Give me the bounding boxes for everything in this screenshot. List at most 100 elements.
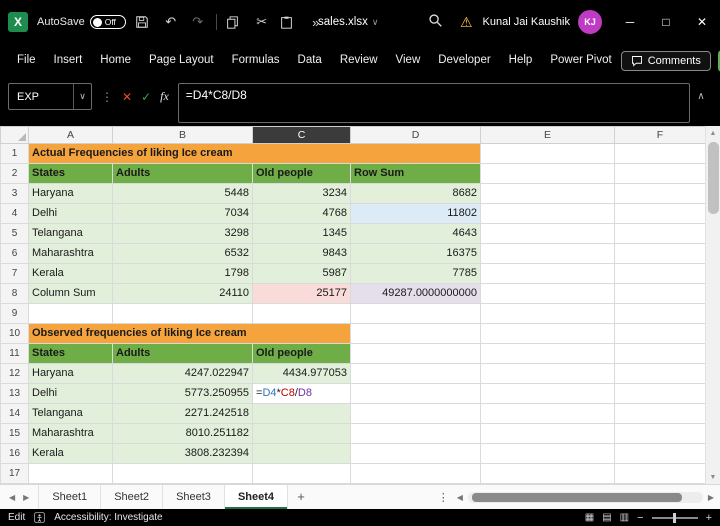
ribbon-tab-data[interactable]: Data [289, 44, 331, 77]
row-header-13[interactable]: 13 [0, 383, 29, 404]
cell[interactable] [614, 223, 705, 244]
cell[interactable] [350, 463, 481, 484]
row-header-1[interactable]: 1 [0, 143, 29, 164]
sheet-tab-sheet4[interactable]: Sheet4 [224, 485, 289, 509]
warning-icon[interactable]: ⚠ [460, 14, 473, 31]
collapse-formula-bar-icon[interactable]: ∧ [690, 83, 712, 110]
zoom-slider[interactable] [651, 512, 698, 523]
cell[interactable] [614, 143, 705, 164]
name-box[interactable]: EXP ∨ [8, 83, 92, 110]
cell[interactable] [350, 403, 481, 424]
paste-icon[interactable] [280, 16, 298, 29]
column-header-F[interactable]: F [614, 126, 705, 144]
cell[interactable] [614, 343, 705, 364]
cell[interactable] [480, 383, 615, 404]
cell[interactable]: 8682 [350, 183, 481, 204]
zoom-in-icon[interactable]: + [706, 512, 712, 524]
cell[interactable] [614, 303, 705, 324]
cell[interactable] [614, 183, 705, 204]
cell[interactable] [28, 303, 113, 324]
cell[interactable] [350, 343, 481, 364]
ribbon-tab-developer[interactable]: Developer [429, 44, 499, 77]
cell[interactable] [480, 323, 615, 344]
row-header-15[interactable]: 15 [0, 423, 29, 444]
minimize-button[interactable]: ─ [612, 0, 648, 44]
cell[interactable] [350, 443, 481, 464]
document-title[interactable]: sales.xlsx ∨ [318, 0, 378, 44]
ribbon-tab-power-pivot[interactable]: Power Pivot [541, 44, 620, 77]
cell[interactable]: 1345 [252, 223, 351, 244]
row-header-7[interactable]: 7 [0, 263, 29, 284]
cell[interactable] [252, 403, 351, 424]
account-name[interactable]: Kunal Jai Kaushik [483, 16, 570, 28]
cut-icon[interactable]: ✂ [253, 14, 271, 30]
cell[interactable] [614, 283, 705, 304]
row-header-11[interactable]: 11 [0, 343, 29, 364]
row-header-14[interactable]: 14 [0, 403, 29, 424]
cell[interactable] [252, 463, 351, 484]
cell[interactable] [480, 143, 615, 164]
row-header-2[interactable]: 2 [0, 163, 29, 184]
cell[interactable]: Telangana [28, 223, 113, 244]
cell[interactable]: 3808.232394 [112, 443, 253, 464]
cell[interactable] [350, 363, 481, 384]
row-header-17[interactable]: 17 [0, 463, 29, 484]
cell[interactable] [614, 423, 705, 444]
ribbon-tab-review[interactable]: Review [331, 44, 387, 77]
scroll-right-icon[interactable]: ▶ [708, 493, 714, 502]
cell[interactable]: 11802 [350, 203, 481, 224]
formula-input[interactable]: =D4*C8/D8 [177, 83, 690, 123]
comments-button[interactable]: Comments [620, 50, 711, 71]
cell[interactable] [252, 443, 351, 464]
maximize-button[interactable]: □ [648, 0, 684, 44]
cell[interactable]: 3298 [112, 223, 253, 244]
cell[interactable]: Maharashtra [28, 243, 113, 264]
cell[interactable] [28, 463, 113, 484]
next-sheet-icon[interactable]: ▶ [23, 493, 29, 502]
ribbon-tab-file[interactable]: File [8, 44, 45, 77]
normal-view-icon[interactable]: ▦ [585, 512, 594, 523]
ribbon-tab-insert[interactable]: Insert [45, 44, 92, 77]
cell[interactable]: Old people [252, 163, 351, 184]
cancel-entry-icon[interactable]: ✕ [122, 90, 132, 104]
cell[interactable]: 5987 [252, 263, 351, 284]
cell[interactable] [480, 343, 615, 364]
page-break-view-icon[interactable]: ▥ [620, 512, 629, 523]
search-icon[interactable] [428, 13, 443, 28]
cell[interactable]: Adults [112, 163, 253, 184]
column-header-D[interactable]: D [350, 126, 481, 144]
cell[interactable]: Adults [112, 343, 253, 364]
cell[interactable] [614, 243, 705, 264]
cell[interactable]: 3234 [252, 183, 351, 204]
cell[interactable] [480, 203, 615, 224]
cell[interactable]: States [28, 343, 113, 364]
vertical-scroll-thumb[interactable] [708, 142, 719, 214]
cell[interactable] [112, 463, 253, 484]
row-header-12[interactable]: 12 [0, 363, 29, 384]
cell[interactable]: Actual Frequencies of liking Ice cream [28, 143, 481, 164]
cell[interactable]: 7034 [112, 203, 253, 224]
cell[interactable]: Kerala [28, 443, 113, 464]
vertical-scrollbar[interactable]: ▲ ▼ [705, 126, 720, 484]
copy-icon[interactable] [226, 15, 244, 29]
scroll-down-icon[interactable]: ▼ [706, 470, 720, 484]
cell[interactable]: 4247.022947 [112, 363, 253, 384]
cell[interactable] [480, 243, 615, 264]
cell[interactable] [614, 163, 705, 184]
cell[interactable]: 6532 [112, 243, 253, 264]
cell[interactable]: Haryana [28, 363, 113, 384]
cell[interactable]: =D4*C8/D8 [252, 383, 351, 404]
cell[interactable] [480, 303, 615, 324]
row-header-9[interactable]: 9 [0, 303, 29, 324]
cell[interactable] [480, 363, 615, 384]
accessibility-icon[interactable] [34, 512, 45, 523]
cell[interactable] [350, 303, 481, 324]
cell[interactable]: Haryana [28, 183, 113, 204]
cell[interactable] [480, 423, 615, 444]
cell[interactable] [480, 183, 615, 204]
tab-splitter-icon[interactable]: ⋮ [438, 491, 449, 504]
cell[interactable] [614, 463, 705, 484]
horizontal-scrollbar[interactable]: ⋮ ◀ ▶ [438, 490, 714, 505]
cell[interactable]: Delhi [28, 383, 113, 404]
save-icon[interactable] [135, 15, 153, 29]
